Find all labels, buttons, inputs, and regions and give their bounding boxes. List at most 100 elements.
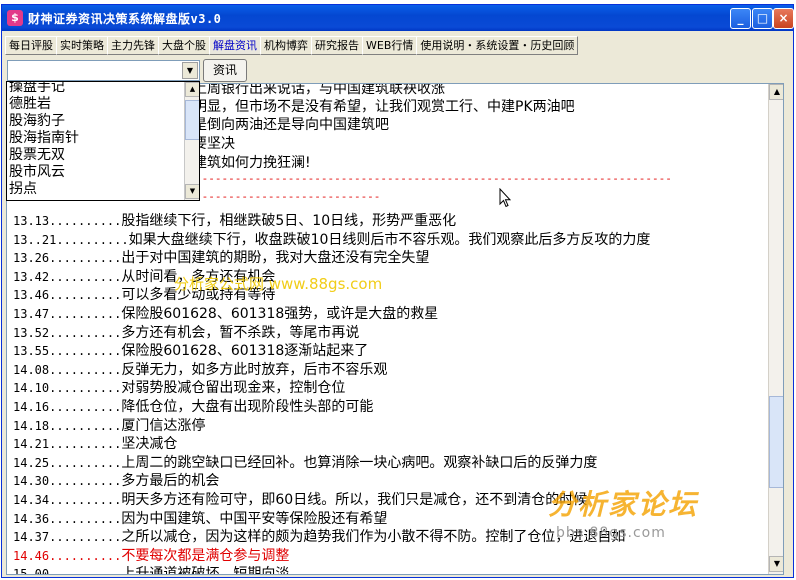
partial-news-line: 建筑如何力挽狂澜!	[193, 155, 311, 171]
dropdown-item[interactable]: 股海豹子	[9, 114, 65, 129]
log-dots: ..........	[49, 288, 122, 303]
log-dots: ..........	[49, 530, 122, 545]
log-entry: 14.21..........坚决减仓	[13, 433, 177, 453]
log-time: 14.18	[13, 418, 50, 433]
vertical-scrollbar[interactable]: ▲ ▼	[768, 84, 783, 574]
divider-line: ----------------------------------------…	[195, 172, 672, 185]
log-entry: 13.47..........保险股601628、601318强势，或许是大盘的…	[13, 303, 438, 323]
tab-2[interactable]: 主力先锋	[107, 36, 159, 55]
log-text: 保险股601628、601318强势，或许是大盘的救星	[121, 306, 439, 322]
log-dots: ..........	[49, 251, 122, 266]
log-time: 14.10	[13, 381, 50, 396]
dropdown-item[interactable]: 股票无双	[9, 148, 65, 163]
dropdown-item[interactable]: 操盘手记	[9, 82, 65, 95]
minimize-button[interactable]: _	[730, 8, 751, 29]
log-time: 14.25	[13, 455, 50, 470]
watermark-url: bbs.88gs.com	[556, 525, 666, 541]
log-entry: 14.18..........厦门信达涨停	[13, 415, 205, 435]
tab-0[interactable]: 每日评股	[5, 36, 57, 55]
dropdown-scroll-up-icon[interactable]: ▲	[185, 82, 199, 97]
tab-4[interactable]: 解盘资讯	[209, 36, 261, 55]
log-entry: 14.36..........因为中国建筑、中国平安等保险股还有希望	[13, 508, 387, 528]
log-dots: ..........	[49, 214, 122, 228]
log-entry: 14.16..........降低仓位，大盘有出现阶段性头部的可能	[13, 396, 373, 416]
tab-3[interactable]: 大盘个股	[158, 36, 210, 55]
log-time: 14.36	[13, 511, 50, 526]
log-dots: ..........	[49, 418, 122, 433]
log-text: 对弱势股减仓留出现金来，控制仓位	[121, 380, 346, 397]
log-time: 13.42	[13, 269, 50, 284]
log-time: 13.26	[13, 251, 50, 266]
log-entry: 13.52..........多方还有机会，暂不杀跌，等尾市再说	[13, 322, 359, 342]
dropdown-scroll-thumb[interactable]	[185, 100, 199, 140]
dropdown-item[interactable]: 股海指南针	[9, 131, 79, 146]
menu-tabs: 每日评股 实时策略 主力先锋 大盘个股 解盘资讯 机构博弈 研究报告 WEB行情 使用说明・系统…	[5, 36, 579, 56]
log-entry: 14.37..........之所以减仓，因为这样的颇为趋势我们作为小散不得不防…	[13, 526, 625, 546]
log-entry: 14.10..........对弱势股减仓留出现金来，控制仓位	[13, 377, 345, 397]
log-text: 多方还有机会，暂不杀跌，等尾市再说	[121, 324, 360, 341]
log-text: 明天多方还有险可守，即60日线。所以，我们只是减仓，还不到清仓的时候	[121, 492, 588, 508]
dropdown-scrollbar[interactable]: ▲ ▼	[184, 82, 199, 200]
log-time: 13.52	[13, 325, 50, 340]
log-text: 厦门信达涨停	[121, 417, 206, 434]
tab-8[interactable]: 使用说明・系统设置・历史回顾	[416, 36, 579, 55]
log-time: 14.30	[13, 474, 50, 489]
log-dots: ..........	[49, 307, 122, 321]
log-dots: ..........	[49, 400, 122, 414]
log-time: 13.46	[13, 288, 50, 303]
window-title: 财神证券资讯决策系统解盘版v3.0	[28, 12, 222, 26]
maximize-button[interactable]: □	[752, 8, 773, 29]
log-dots: ..........	[49, 437, 122, 452]
log-entry: 14.30..........多方最后的机会	[13, 470, 219, 490]
log-time: 14.08	[13, 362, 50, 377]
log-text: 上周二的跳空缺口已经回补。也算消除一块心病吧。观察补缺口后的反弹力度	[121, 454, 598, 471]
partial-news-line: 是倒向两油还是导向中国建筑吧	[193, 117, 389, 133]
dropdown-item[interactable]: 拐点	[9, 182, 37, 197]
log-time: 13.13	[13, 214, 50, 228]
watermark-site: 分析家公式网 www.88gs.com	[174, 275, 383, 293]
query-button[interactable]: 资讯	[203, 59, 247, 82]
chevron-down-icon[interactable]: ▼	[182, 62, 198, 79]
tab-5[interactable]: 机构博弈	[260, 36, 312, 55]
tab-7[interactable]: WEB行情	[362, 36, 418, 55]
scroll-up-icon[interactable]: ▲	[769, 84, 783, 100]
log-entry: 15.00..........上升通道被破坏，短期向淡	[13, 563, 290, 575]
log-text: 保险股601628、601318逐渐站起来了	[121, 343, 369, 360]
log-time: 13..21	[13, 232, 57, 247]
log-dots: ..........	[56, 232, 129, 247]
title-bar[interactable]: $ 财神证券资讯决策系统解盘版v3.0 _ □ ×	[2, 5, 794, 31]
log-text: 因为中国建筑、中国平安等保险股还有希望	[121, 510, 388, 527]
scroll-down-icon[interactable]: ▼	[769, 556, 783, 572]
source-dropdown-list[interactable]: ▲ ▼ 操盘手记德胜岩股海豹子股海指南针股票无双股市风云拐点	[6, 81, 200, 201]
tab-6[interactable]: 研究报告	[311, 36, 363, 55]
dropdown-scroll-down-icon[interactable]: ▼	[185, 184, 199, 199]
log-entry: 13..21..........如果大盘继续下行，收盘跌破10日线则后市不容乐观…	[13, 229, 650, 249]
log-time: 15.00	[13, 567, 50, 575]
log-text: 之所以减仓，因为这样的颇为趋势我们作为小散不得不防。控制了仓位，进退自如	[121, 529, 626, 546]
dropdown-item[interactable]: 德胜岩	[9, 97, 51, 112]
log-text: 不要每次都是满仓参与调整	[121, 547, 290, 564]
dropdown-item[interactable]: 股市风云	[9, 165, 65, 180]
close-button[interactable]: ×	[773, 8, 794, 29]
log-text: 降低仓位，大盘有出现阶段性头部的可能	[121, 399, 374, 415]
log-dots: ..........	[49, 511, 122, 526]
log-dots: ..........	[49, 567, 122, 575]
mouse-pointer-icon	[499, 188, 511, 208]
log-dots: ..........	[49, 381, 122, 396]
log-time: 13.55	[13, 344, 50, 359]
log-text: 多方最后的机会	[121, 473, 220, 490]
log-dots: ..........	[49, 344, 122, 359]
log-entry: 14.08..........反弹无力，如多方此时放弃，后市不容乐观	[13, 359, 387, 379]
log-dots: ..........	[49, 269, 122, 284]
app-logo-icon: $	[7, 10, 23, 26]
log-entry: 14.34..........明天多方还有险可守，即60日线。所以，我们只是减仓…	[13, 489, 587, 509]
divider-line-short: ----------------------------	[195, 190, 381, 203]
tab-1[interactable]: 实时策略	[56, 36, 108, 55]
log-time: 14.37	[13, 530, 50, 545]
log-dots: ..........	[49, 474, 122, 489]
log-text: 出于对中国建筑的期盼，我对大盘还没有完全失望	[121, 250, 430, 267]
log-text: 如果大盘继续下行，收盘跌破10日线则后市不容乐观。我们观察此后多方反攻的力度	[128, 231, 651, 248]
scroll-thumb[interactable]	[769, 396, 783, 488]
log-text: 上升通道被破坏，短期向淡	[121, 566, 290, 575]
source-select[interactable]: ▼	[7, 60, 200, 81]
